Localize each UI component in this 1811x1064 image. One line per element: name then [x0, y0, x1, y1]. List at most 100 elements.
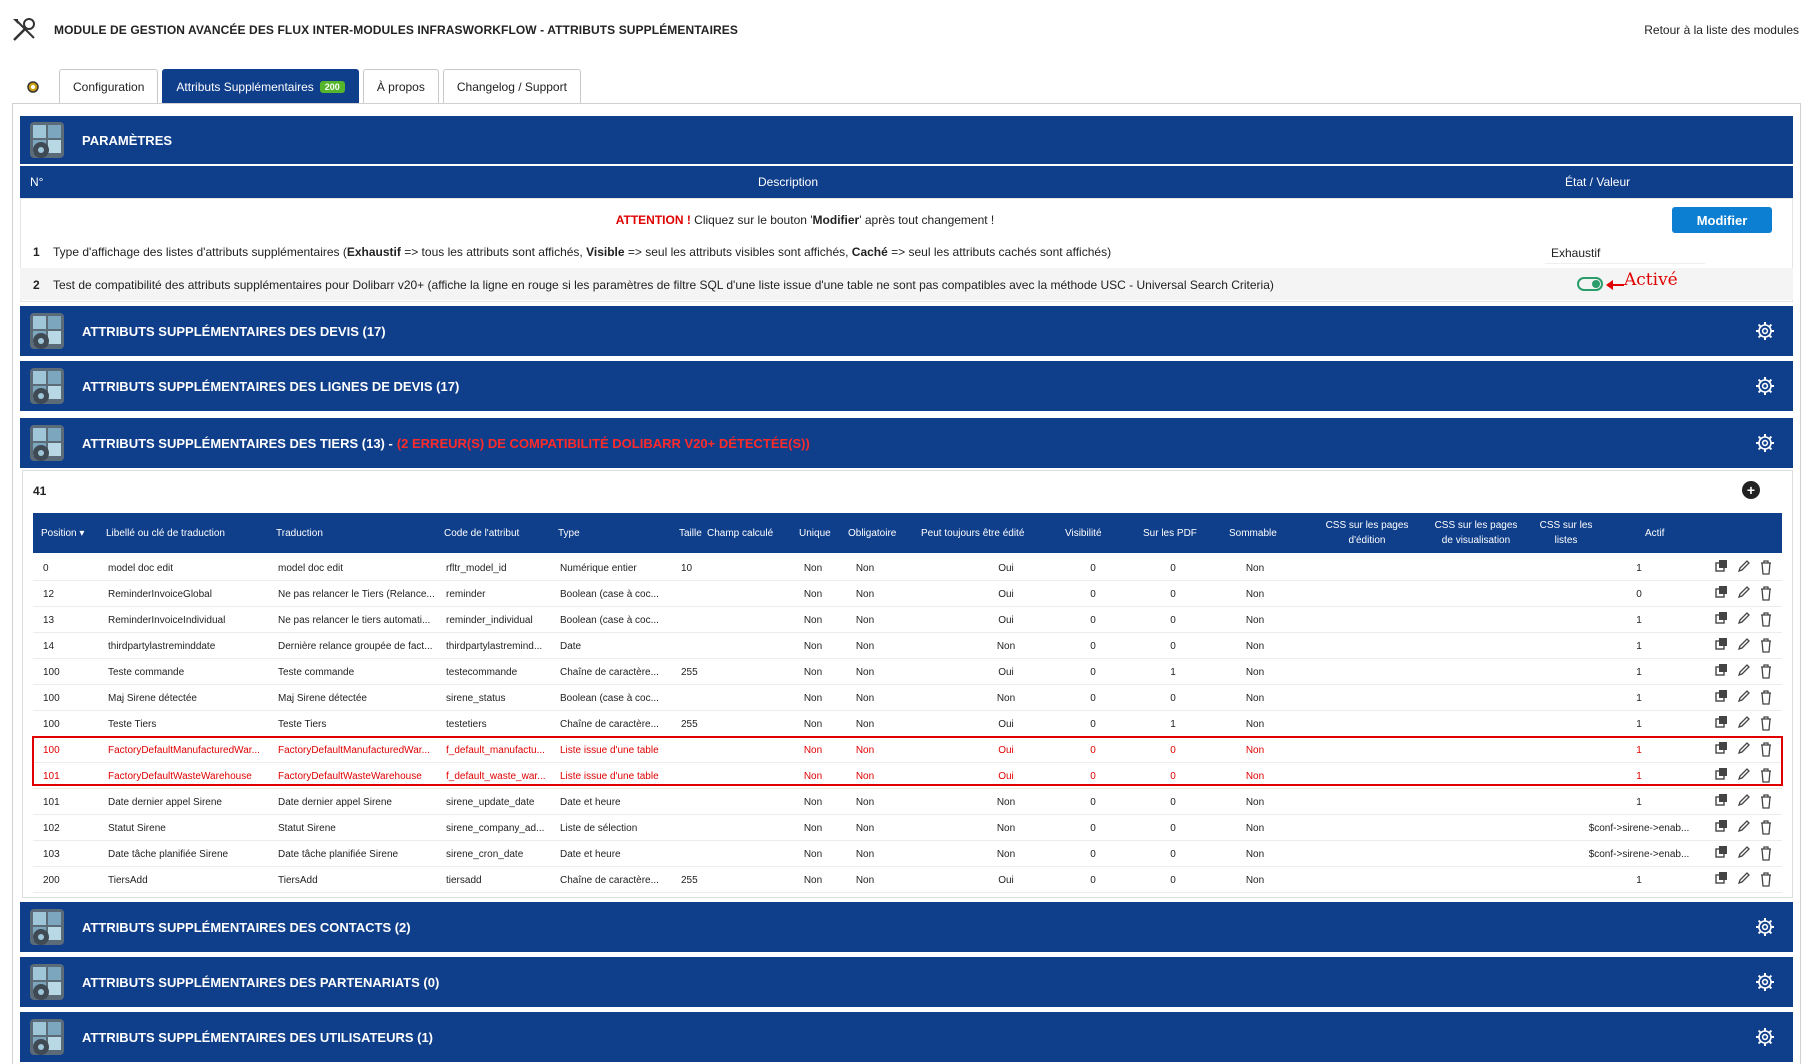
clone-icon[interactable] — [1715, 637, 1729, 651]
section-contacts[interactable]: ATTRIBUTS SUPPLÉMENTAIRES DES CONTACTS (… — [20, 902, 1793, 952]
clone-icon[interactable] — [1715, 871, 1729, 885]
clone-icon[interactable] — [1715, 663, 1729, 677]
pencil-icon[interactable] — [1737, 637, 1751, 651]
tab-configuration[interactable]: Configuration — [59, 69, 159, 104]
tab-extra-attributes[interactable]: Attributs Supplémentaires 200 — [162, 69, 359, 104]
cell-visibility: 0 — [1090, 641, 1096, 652]
table-row[interactable]: 200 TiersAdd TiersAdd tiersadd Chaîne de car… — [33, 867, 1782, 893]
cell-required: Non — [855, 667, 875, 678]
trash-icon[interactable] — [1759, 871, 1773, 887]
clone-icon[interactable] — [1715, 793, 1729, 807]
table-row[interactable]: 101 Date dernier appel Sirene Date dernier… — [33, 789, 1782, 815]
pencil-icon[interactable] — [1737, 845, 1751, 859]
row-actions — [1715, 611, 1775, 629]
col-css-list: CSS sur les listes — [1533, 513, 1599, 553]
clone-icon[interactable] — [1715, 819, 1729, 833]
gear-icon[interactable] — [1755, 376, 1775, 396]
back-to-modules-link[interactable]: Retour à la liste des modules — [1644, 23, 1799, 37]
cell-pdf: 0 — [1170, 563, 1176, 574]
compatibility-toggle[interactable] — [1577, 277, 1603, 291]
trash-icon[interactable] — [1759, 585, 1773, 601]
cell-summable: Non — [1245, 615, 1265, 626]
cell-active: 1 — [1636, 797, 1642, 808]
section-users[interactable]: ATTRIBUTS SUPPLÉMENTAIRES DES UTILISATEU… — [20, 1012, 1793, 1062]
pencil-icon[interactable] — [1737, 663, 1751, 677]
gear-icon[interactable] — [1755, 433, 1775, 453]
pencil-icon[interactable] — [1737, 793, 1751, 807]
table-row[interactable]: 14 thirdpartylastreminddate Dernière relan… — [33, 633, 1782, 659]
col-computed: Champ calculé — [707, 527, 774, 539]
tab-label: Changelog / Support — [456, 80, 567, 94]
table-row[interactable]: 12 ReminderInvoiceGlobal Ne pas relancer l… — [33, 581, 1782, 607]
table-row[interactable]: 0 model doc edit model doc edit rfltr_model… — [33, 555, 1782, 581]
section-partnerships[interactable]: ATTRIBUTS SUPPLÉMENTAIRES DES PARTENARIA… — [20, 957, 1793, 1007]
cell-translation: Date dernier appel Sirene — [278, 797, 392, 808]
cell-pdf: 0 — [1170, 823, 1176, 834]
pencil-icon[interactable] — [1737, 819, 1751, 833]
pencil-icon[interactable] — [1737, 689, 1751, 703]
row-description: Test de compatibilité des attributs supp… — [53, 278, 1274, 292]
gear-icon[interactable] — [1755, 917, 1775, 937]
table-row[interactable]: 100 Maj Sirene détectée Maj Sirene détecté… — [33, 685, 1782, 711]
pencil-icon[interactable] — [1737, 871, 1751, 885]
trash-icon[interactable] — [1759, 845, 1773, 861]
cell-always-editable: Non — [996, 693, 1016, 704]
gear-icon[interactable] — [1755, 321, 1775, 341]
table-row[interactable]: 102 Statut Sirene Statut Sirene sirene_comp… — [33, 815, 1782, 841]
cell-type: Chaîne de caractère... — [560, 667, 659, 678]
cell-label: ReminderInvoiceIndividual — [108, 615, 226, 626]
row-actions — [1715, 715, 1775, 733]
plus-circle-icon[interactable]: + — [1742, 481, 1760, 499]
cell-size: 255 — [681, 667, 698, 678]
pencil-icon[interactable] — [1737, 611, 1751, 625]
trash-icon[interactable] — [1759, 715, 1773, 731]
clone-icon[interactable] — [1715, 845, 1729, 859]
pencil-icon[interactable] — [1737, 715, 1751, 729]
pencil-icon[interactable] — [1737, 559, 1751, 573]
trash-icon[interactable] — [1759, 689, 1773, 705]
clone-icon[interactable] — [1715, 611, 1729, 625]
gear-icon[interactable] — [1755, 972, 1775, 992]
trash-icon[interactable] — [1759, 559, 1773, 575]
section-third-parties[interactable]: ATTRIBUTS SUPPLÉMENTAIRES DES TIERS (13)… — [20, 418, 1793, 468]
table-row[interactable]: 100 Teste Tiers Teste Tiers testetiers Chaîn… — [33, 711, 1782, 737]
module-cubes-icon — [30, 909, 64, 945]
clone-icon[interactable] — [1715, 689, 1729, 703]
trash-icon[interactable] — [1759, 793, 1773, 809]
cell-always-editable: Oui — [998, 875, 1014, 886]
section-quote-lines[interactable]: ATTRIBUTS SUPPLÉMENTAIRES DES LIGNES DE … — [20, 361, 1793, 411]
tab-label: Configuration — [73, 80, 145, 94]
cell-label: Date tâche planifiée Sirene — [108, 849, 229, 860]
display-type-select[interactable]: Exhaustif — [1545, 242, 1705, 264]
cell-required: Non — [855, 589, 875, 600]
section-title: ATTRIBUTS SUPPLÉMENTAIRES DES LIGNES DE … — [82, 378, 460, 394]
table-row[interactable]: 103 Date tâche planifiée Sirene Date tâche… — [33, 841, 1782, 867]
col-position[interactable]: Position ▾ — [41, 513, 84, 553]
cell-unique: Non — [803, 563, 823, 574]
cell-visibility: 0 — [1090, 589, 1096, 600]
clone-icon[interactable] — [1715, 715, 1729, 729]
clone-icon[interactable] — [1715, 585, 1729, 599]
gear-icon[interactable] — [1755, 1027, 1775, 1047]
section-parameters[interactable]: PARAMÈTRES — [20, 116, 1793, 164]
section-quotes[interactable]: ATTRIBUTS SUPPLÉMENTAIRES DES DEVIS (17) — [20, 306, 1793, 356]
table-row[interactable]: 13 ReminderInvoiceIndividual Ne pas relanc… — [33, 607, 1782, 633]
cell-visibility: 0 — [1090, 823, 1096, 834]
modify-button[interactable]: Modifier — [1672, 207, 1772, 233]
table-row[interactable]: 100 Teste commande Teste commande testecomm… — [33, 659, 1782, 685]
cell-always-editable: Oui — [998, 615, 1014, 626]
trash-icon[interactable] — [1759, 611, 1773, 627]
pencil-icon[interactable] — [1737, 585, 1751, 599]
cell-code: sirene_cron_date — [446, 849, 524, 860]
tab-changelog[interactable]: Changelog / Support — [442, 69, 581, 104]
clone-icon[interactable] — [1715, 559, 1729, 573]
tab-about[interactable]: À propos — [362, 69, 439, 104]
cell-active: 1 — [1636, 693, 1642, 704]
trash-icon[interactable] — [1759, 819, 1773, 835]
cell-pdf: 0 — [1170, 615, 1176, 626]
trash-icon[interactable] — [1759, 663, 1773, 679]
module-settings-icon[interactable] — [20, 70, 46, 104]
cell-label: Teste commande — [108, 667, 185, 678]
trash-icon[interactable] — [1759, 637, 1773, 653]
cell-unique: Non — [803, 615, 823, 626]
